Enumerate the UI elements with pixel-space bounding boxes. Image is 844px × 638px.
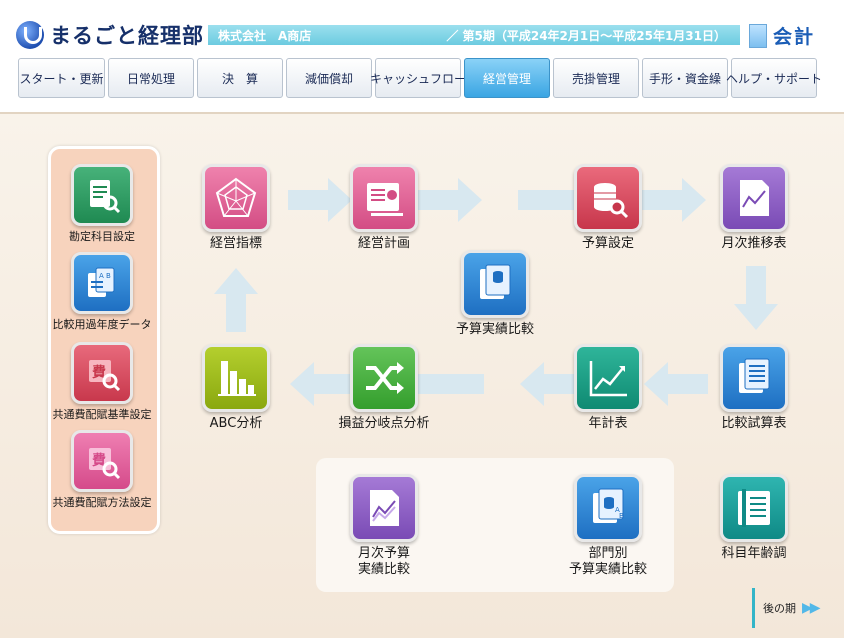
dept-budget-compare-item[interactable]: AB 部門別 予算実績比較 — [550, 474, 666, 579]
breakeven-item[interactable]: 損益分岐点分析 — [322, 344, 446, 432]
management-indicators-item[interactable]: 経営指標 — [188, 164, 284, 252]
monthly-budget-label-2: 実績比較 — [357, 562, 410, 578]
monthly-budget-label-1: 月次予算 — [357, 546, 410, 561]
comparison-trial-item[interactable]: 比較試算表 — [706, 344, 802, 432]
main-menu: スタート・更新 日常処理決 算減価償却 キャッシュフロー 経営管理 売掛管理 手形・資金繰… — [18, 58, 822, 98]
budget-setup-label: 予算設定 — [581, 236, 634, 251]
budget-actual-compare-item[interactable]: 予算実績比較 — [440, 250, 550, 338]
logo-icon — [16, 21, 44, 49]
management-indicators-label: 経営指標 — [209, 236, 262, 251]
budget-actual-compare-label: 予算実績比較 — [455, 322, 534, 337]
menu-tab-1[interactable]: スタート・更新 — [18, 58, 105, 98]
header: まるごと経理部 株式会社 A商店 ／ 第5期（平成24年2月1日～平成25年1月… — [0, 0, 844, 112]
svg-text:A: A — [99, 272, 104, 280]
menu-tab-9[interactable]: ヘルプ・サポート — [726, 58, 822, 98]
account-aging-item[interactable]: 科目年齢調 — [706, 474, 802, 562]
abc-analysis-label: ABC分析 — [209, 416, 263, 431]
menu-tab-5[interactable]: キャッシュフロー — [370, 58, 466, 98]
fiscal-period: ／ 第5期（平成24年2月1日～平成25年1月31日） — [446, 28, 726, 43]
comparison-data-label: 比較用過年度データ — [52, 318, 152, 331]
app-logo: まるごと経理部 — [16, 20, 204, 50]
module-label: 会計 — [773, 26, 816, 48]
trial-balance-icon — [720, 344, 788, 412]
coins-search-icon — [574, 164, 642, 232]
svg-text:B: B — [619, 512, 624, 520]
cost-method-label: 共通費配賦方法設定 — [52, 496, 152, 509]
annual-table-label: 年計表 — [588, 416, 628, 431]
radar-chart-icon — [202, 164, 270, 232]
menu-tab-3[interactable]: 決 算 — [197, 58, 283, 98]
monthly-trend-item[interactable]: 月次推移表 — [706, 164, 802, 252]
company-info-bar: 株式会社 A商店 ／ 第5期（平成24年2月1日～平成25年1月31日） — [208, 25, 740, 45]
comparison-data-icon: AB — [71, 252, 133, 314]
budget-setup-item[interactable]: 予算設定 — [560, 164, 656, 252]
next-period-label: 後の期 — [763, 602, 796, 615]
cost-basis-icon: 費 — [71, 342, 133, 404]
module-title: 会計 — [749, 22, 815, 49]
ledger-icon — [720, 474, 788, 542]
comparison-trial-label: 比較試算表 — [721, 416, 787, 431]
abc-analysis-item[interactable]: ABC分析 — [188, 344, 284, 432]
breakeven-label: 損益分岐点分析 — [338, 416, 430, 431]
monthly-budget-compare-item[interactable]: 月次予算 実績比較 — [336, 474, 432, 579]
double-arrow-right-icon: ▶▶ — [802, 600, 820, 616]
cost-basis-label: 共通費配賦基準設定 — [52, 408, 152, 421]
monthly-trend-label: 月次推移表 — [721, 236, 787, 251]
comparison-data-item[interactable]: AB 比較用過年度データ — [50, 252, 154, 332]
shuffle-icon — [350, 344, 418, 412]
module-icon — [749, 23, 767, 48]
svg-text:B: B — [106, 272, 111, 280]
line-report-icon — [720, 164, 788, 232]
dept-label-2: 予算実績比較 — [568, 562, 647, 578]
cost-method-icon: 費 — [71, 430, 133, 492]
budget-trend-icon — [350, 474, 418, 542]
management-plan-item[interactable]: 経営計画 — [336, 164, 432, 252]
menu-tab-6[interactable]: 経営管理 — [464, 58, 550, 98]
dept-label-1: 部門別 — [588, 546, 628, 561]
dept-docs-icon: AB — [574, 474, 642, 542]
menu-tab-8[interactable]: 手形・資金繰 — [642, 58, 728, 98]
growth-chart-icon — [574, 344, 642, 412]
account-setup-item[interactable]: 勘定科目設定 — [52, 164, 152, 244]
common-cost-basis-item[interactable]: 費 共通費配賦基準設定 — [50, 342, 154, 422]
company-name: 株式会社 A商店 — [218, 28, 312, 43]
budget-docs-icon — [461, 250, 529, 318]
annual-table-item[interactable]: 年計表 — [560, 344, 656, 432]
presentation-icon — [350, 164, 418, 232]
app-name: まるごと経理部 — [50, 24, 204, 48]
arrow-up-icon — [214, 268, 258, 332]
account-setup-label: 勘定科目設定 — [69, 230, 135, 243]
common-cost-method-item[interactable]: 費 共通費配賦方法設定 — [50, 430, 154, 510]
menu-tab-4[interactable]: 減価償却 — [286, 58, 372, 98]
arrow-down-icon — [734, 266, 778, 330]
menu-tab-7[interactable]: 売掛管理 — [553, 58, 639, 98]
next-period-button[interactable]: 後の期 ▶▶ — [752, 588, 841, 628]
menu-tab-2[interactable]: 日常処理 — [108, 58, 194, 98]
account-setup-icon — [71, 164, 133, 226]
management-plan-label: 経営計画 — [357, 236, 410, 251]
bar-chart-icon — [202, 344, 270, 412]
account-aging-label: 科目年齢調 — [721, 546, 787, 561]
